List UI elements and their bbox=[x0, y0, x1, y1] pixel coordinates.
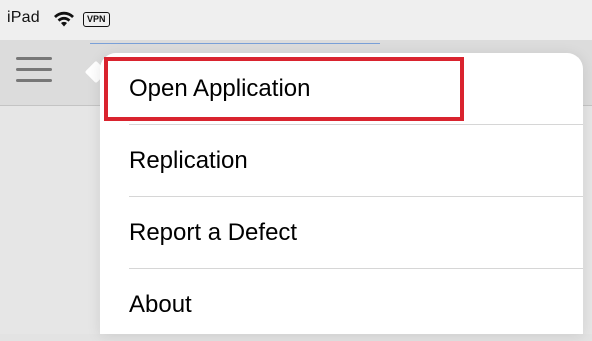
vpn-badge: VPN bbox=[83, 12, 110, 27]
menu-item-open-application[interactable]: Open Application bbox=[100, 53, 583, 125]
status-device-label: iPad bbox=[7, 9, 40, 26]
status-bar: iPad VPN bbox=[0, 0, 592, 40]
wifi-icon bbox=[54, 11, 74, 27]
menu-item-about[interactable]: About bbox=[100, 269, 583, 341]
title-field-underline bbox=[90, 40, 380, 44]
hamburger-icon[interactable] bbox=[16, 57, 52, 87]
menu-item-label: About bbox=[129, 291, 192, 318]
menu-item-label: Report a Defect bbox=[129, 219, 298, 246]
menu-item-report-a-defect[interactable]: Report a Defect bbox=[100, 197, 583, 269]
menu-item-replication[interactable]: Replication bbox=[100, 125, 583, 197]
menu-item-label: Replication bbox=[129, 147, 248, 174]
menu-item-label: Open Application bbox=[129, 75, 311, 102]
popover-menu: Open Application Replication Report a De… bbox=[100, 53, 583, 334]
